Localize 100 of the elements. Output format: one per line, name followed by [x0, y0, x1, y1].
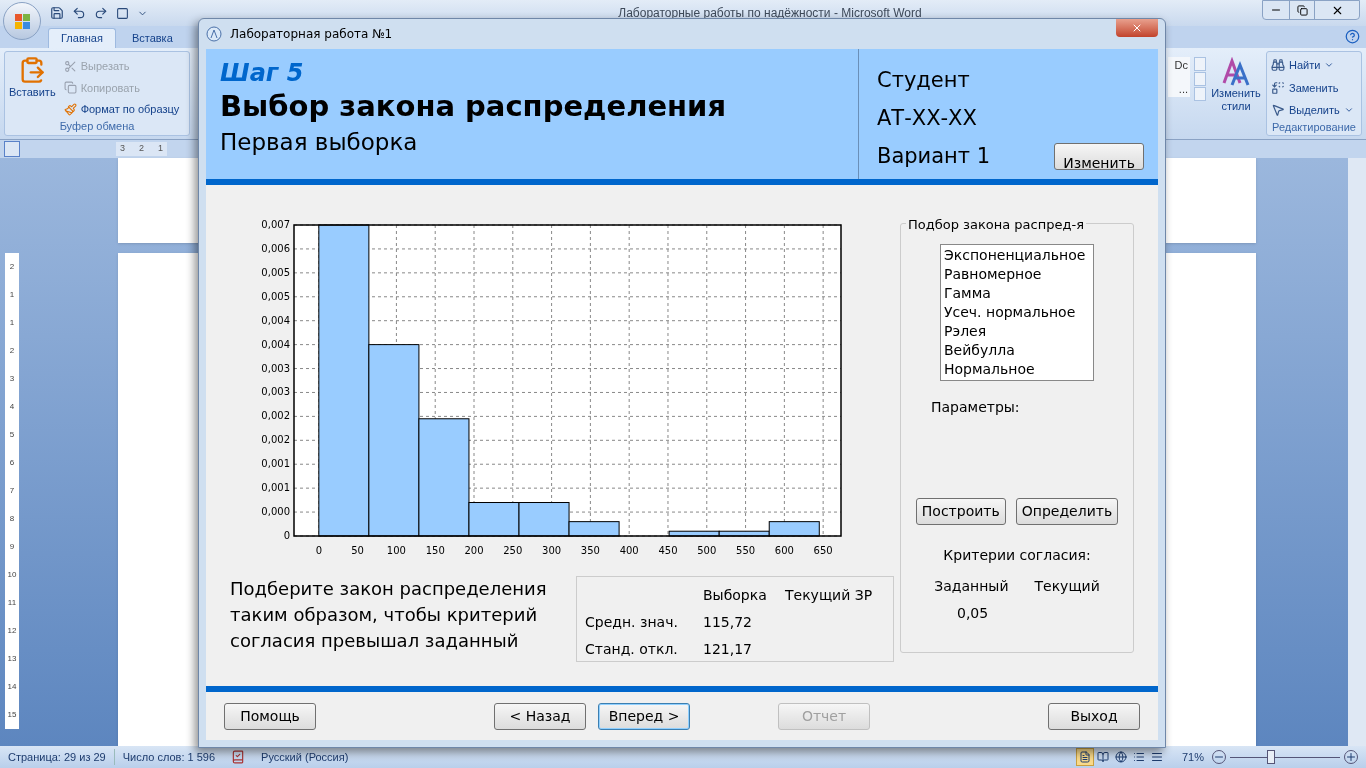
sample-subtitle: Первая выборка [220, 128, 419, 157]
axis-label: 0 [283, 530, 290, 541]
close-icon [1131, 22, 1143, 34]
dialog-button[interactable]: Определить [1015, 498, 1119, 525]
axis-label: 0,003 [261, 362, 290, 374]
list-item[interactable]: Усеч. нормальное [944, 303, 1090, 322]
ribbon-button[interactable]: Заменить [1271, 79, 1357, 96]
binoculars-icon [1271, 58, 1285, 73]
page-count[interactable]: Страница: 29 из 29 [0, 748, 114, 766]
style-preview[interactable]: ... [1178, 80, 1188, 97]
list-item[interactable]: Гамма [944, 284, 1090, 303]
dialog-button[interactable]: Вперед > [598, 702, 690, 730]
axis-label: 0,004 [261, 338, 290, 350]
list-item[interactable]: Вейбулла [944, 341, 1090, 360]
zoom-in-icon[interactable] [1344, 750, 1358, 764]
zoom-slider[interactable] [1230, 750, 1340, 764]
list-item[interactable]: Экспоненциальное [944, 246, 1090, 265]
step-heading: Выбор закона распределения [220, 88, 728, 125]
column-header: Выборка [703, 586, 768, 605]
restore-icon[interactable] [1296, 4, 1308, 16]
list-icon [1132, 751, 1145, 763]
axis-label: 0 [315, 545, 322, 556]
ribbon-button[interactable]: Выделить [1271, 102, 1357, 119]
table-cell-text: 115,72 [703, 613, 753, 632]
column-header: Текущий [1034, 577, 1100, 596]
list-item[interactable]: Нормальное [944, 360, 1090, 379]
given-value: 0,05 [957, 604, 989, 623]
axis-label: 500 [697, 545, 717, 556]
axis-label: 0,000 [261, 506, 290, 518]
axis-label: 50 [351, 545, 364, 556]
dialog-button[interactable]: Помощь [224, 702, 316, 730]
save-icon[interactable] [50, 6, 64, 20]
shape-icon[interactable] [116, 6, 129, 20]
redo-icon[interactable] [94, 6, 108, 20]
axis-label: 0,005 [261, 266, 290, 278]
axis-label: 250 [503, 545, 523, 556]
axis-label: 300 [542, 545, 562, 556]
change-styles-button[interactable]: Изменить стили [1210, 57, 1262, 113]
dialog-title: Лабораторная работа №1 [230, 26, 393, 43]
app-icon [206, 26, 222, 42]
lines-icon [1150, 751, 1163, 763]
undo-icon[interactable] [72, 6, 86, 20]
axis-label: 100 [386, 545, 406, 556]
dialog-button[interactable]: Изменить [1054, 142, 1144, 170]
law-list[interactable]: Экспоненциальное Равномерное Гамма Усеч. нормальное Рэлея Вейбулла Нормальное [940, 244, 1094, 381]
language-label[interactable]: Русский (Россия) [253, 748, 357, 766]
scissors-icon [63, 59, 77, 73]
group-code: АТ-ХХ-ХХ [877, 105, 978, 132]
vertical-ruler: 2 1 1 2 3 4 5 6 7 8 9 10 11 12 13 14 15 [5, 253, 19, 729]
pointer-icon [1271, 103, 1285, 118]
book-icon [1096, 751, 1109, 763]
brush-icon [63, 102, 77, 116]
axis-label: 0,001 [261, 458, 290, 470]
dialog-button[interactable]: Выход [1048, 702, 1140, 730]
axis-label: 550 [736, 545, 756, 556]
view-button[interactable] [1075, 748, 1094, 766]
ribbon-button[interactable]: Формат по образцу [63, 101, 180, 118]
zoom-level[interactable]: 71% [1173, 748, 1212, 766]
axis-label: 650 [813, 545, 833, 556]
table-cell-text: 121,17 [703, 640, 753, 659]
ribbon-button[interactable]: Найти [1271, 57, 1357, 74]
axis-label: 150 [425, 545, 445, 556]
close-button[interactable] [1116, 19, 1158, 37]
list-item[interactable]: Равномерное [944, 265, 1090, 284]
replace-icon [1271, 80, 1285, 95]
paste-button[interactable]: Вставить [9, 56, 56, 118]
axis-label: 350 [580, 545, 600, 556]
office-button[interactable] [3, 2, 41, 40]
axis-label: 0,004 [261, 314, 290, 326]
dialog-button[interactable]: Построить [915, 498, 1006, 525]
window-title: Лабораторные работы по надёжности - Microsoft Word [618, 5, 922, 22]
axis-label: 0,005 [261, 290, 290, 302]
student-label: Студент [877, 67, 971, 94]
vertical-scrollbar[interactable] [1348, 158, 1366, 746]
row-label: Средн. знач. [585, 613, 679, 632]
letters-icon [1221, 57, 1251, 87]
list-item[interactable]: Рэлея [944, 322, 1090, 341]
column-header: Текущий ЗР [785, 586, 874, 605]
axis-label: 600 [774, 545, 794, 556]
spelling-icon[interactable] [231, 750, 246, 764]
criteria-label: Критерии согласия: [943, 546, 1091, 565]
axis-label: 0,006 [261, 242, 290, 254]
copy-icon [63, 81, 77, 95]
ribbon-tab[interactable]: Вставка [119, 28, 185, 48]
page-icon [1078, 751, 1091, 763]
step-label: Шаг 5 [220, 59, 305, 87]
instruction-text: Подберите закон распределения таким образом, чтобы критерий согласия превышал заданный [230, 577, 548, 653]
dialog-button[interactable]: < Назад [494, 702, 586, 730]
ribbon-tab[interactable]: Главная [48, 28, 116, 48]
tab-selector[interactable] [4, 141, 20, 157]
row-label: Станд. откл. [585, 640, 679, 659]
group-label: Редактирование [1271, 119, 1357, 135]
axis-label: 0,007 [261, 219, 290, 230]
axis-label: 450 [658, 545, 678, 556]
help-icon[interactable] [1345, 29, 1360, 44]
globe-icon [1114, 751, 1127, 763]
style-preview[interactable]: Dc [1174, 57, 1188, 74]
axis-label: 0,002 [261, 410, 290, 422]
variant-label: Вариант 1 [877, 143, 991, 170]
group-label: Буфер обмена [58, 118, 136, 134]
